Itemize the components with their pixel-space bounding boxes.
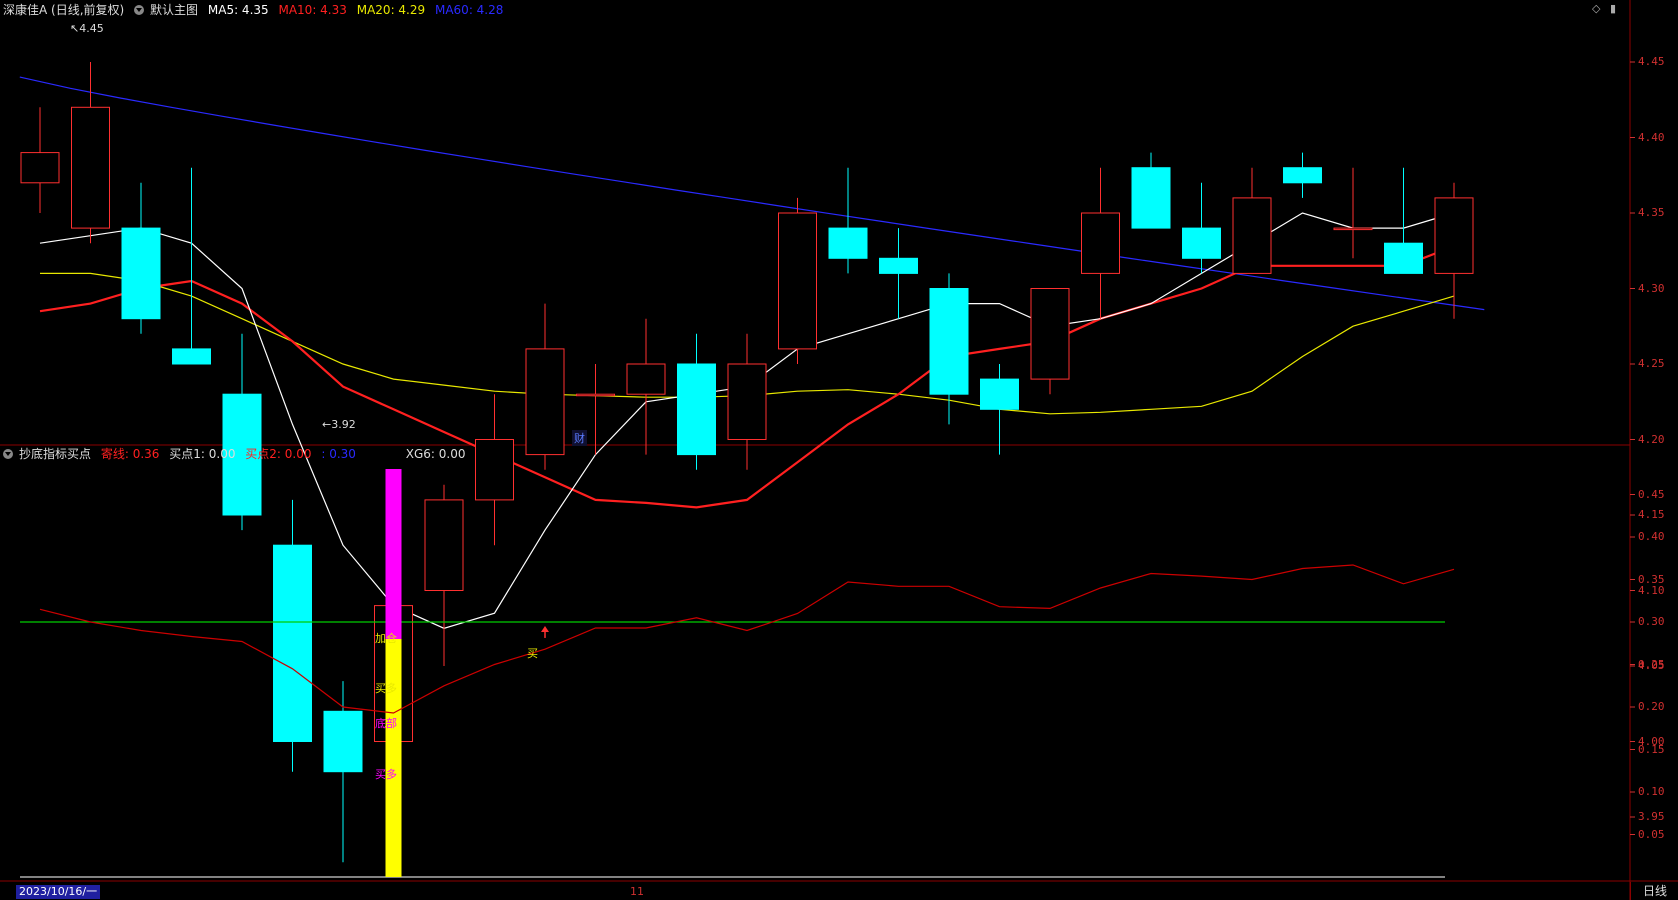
candle-body-down: [677, 363, 716, 456]
indicator-tick-label: 0.20: [1638, 700, 1665, 713]
buy-arrow-head: [541, 625, 549, 632]
high-price-annotation: ↖4.45: [70, 22, 104, 35]
main-chart-header: 深康佳A (日线,前复权) 默认主图 MA5: 4.35 MA10: 4.33 …: [3, 2, 509, 18]
candle-body-down: [121, 227, 161, 320]
indicator-tick-label: 0.30: [1638, 615, 1665, 628]
indicator-tick-label: 0.10: [1638, 785, 1665, 798]
candle-body-down: [1283, 167, 1322, 184]
candle-body-up: [1081, 212, 1120, 274]
candle-body-up: [20, 152, 60, 184]
candle-body-down: [1182, 227, 1221, 259]
candle-body-up: [475, 439, 514, 501]
candle-body-up: [1434, 197, 1474, 274]
indicator-tick-label: 0.15: [1638, 742, 1665, 756]
window-controls[interactable]: ◇ ▮: [1592, 2, 1616, 15]
ma5-label: MA5: 4.35: [207, 3, 269, 17]
indicator-line-label: 寄线: 0.36: [100, 447, 160, 461]
stock-title[interactable]: 深康佳A (日线,前复权): [3, 3, 124, 17]
buy2-label: 买点2: 0.00: [245, 447, 312, 461]
candle-body-up: [778, 212, 817, 350]
jiacang-label: 加仓: [375, 632, 397, 645]
xg6-label: XG6: 0.00: [405, 447, 466, 461]
signal-bar-yellow: [385, 639, 402, 877]
candle-body-up: [626, 363, 666, 395]
dropdown-icon[interactable]: [134, 4, 145, 15]
candle-body-down: [1131, 167, 1171, 229]
candle-body-down: [172, 348, 211, 365]
ma60-label: MA60: 4.28: [434, 3, 504, 17]
ma10-label: MA10: 4.33: [278, 3, 347, 17]
candle-body-up: [1030, 288, 1070, 380]
candle-body-down: [1384, 242, 1423, 274]
candle-body-up: [1333, 227, 1373, 231]
candle-body-down: [828, 227, 868, 259]
buy1-label: 买点1: 0.00: [169, 447, 236, 461]
candle-body-up: [424, 499, 464, 591]
indicator-tick-label: 0.35: [1638, 572, 1665, 586]
ma20-label: MA20: 4.29: [356, 3, 426, 17]
dibu-label: 底部: [375, 717, 397, 730]
indicator-tick-label: 0.40: [1638, 530, 1665, 543]
pin-icon[interactable]: ▮: [1610, 2, 1616, 15]
reference-line-label: : 0.30: [321, 447, 356, 461]
maiduo-label-1: 买多: [375, 682, 397, 695]
maiduo-label-2: 买多: [375, 768, 397, 781]
period-selector[interactable]: 日线: [1630, 882, 1678, 900]
indicator-line: [39, 564, 1455, 714]
price-tick-label: 4.15: [1638, 508, 1665, 521]
month-tick-11: 11: [630, 885, 644, 898]
candle-body-up: [727, 363, 767, 440]
candle-body-up: [576, 393, 615, 397]
signal-bar-magenta: [385, 469, 402, 639]
sub-chart-header: 抄底指标买点 寄线: 0.36 买点1: 0.00 买点2: 0.00 : 0.…: [3, 446, 471, 462]
candle-body-up: [525, 348, 565, 456]
price-tick-label: 4.30: [1638, 281, 1665, 295]
candle-body-down: [929, 288, 969, 395]
diamond-icon[interactable]: ◇: [1592, 2, 1600, 15]
price-tick-label: 4.20: [1638, 432, 1665, 446]
dropdown-icon[interactable]: [3, 448, 13, 459]
indicator-tick-label: 0.45: [1638, 487, 1665, 501]
candle-body-up: [1232, 197, 1272, 274]
chart-mode-label[interactable]: 默认主图: [150, 3, 198, 17]
finance-marker[interactable]: 财: [572, 430, 587, 446]
buy-signal-label: 买: [527, 647, 538, 660]
indicator-tick-label: 0.25: [1638, 657, 1665, 671]
candle-body-down: [879, 257, 918, 274]
price-tick-label: 4.35: [1638, 206, 1665, 219]
price-tick-label: 3.95: [1638, 810, 1665, 823]
cursor-date: 2023/10/16/一: [16, 885, 101, 899]
price-tick-label: 4.45: [1638, 55, 1665, 68]
price-tick-label: 4.25: [1638, 357, 1665, 370]
low-price-annotation: ←3.92: [322, 418, 356, 431]
ma60-line: [19, 76, 1485, 311]
candle-body-up: [71, 106, 110, 229]
candle-body-down: [323, 710, 363, 773]
price-tick-label: 4.40: [1638, 130, 1665, 144]
candle-body-down: [273, 544, 312, 743]
indicator-tick-label: 0.05: [1638, 827, 1665, 841]
candle-body-down: [980, 378, 1019, 410]
indicator-name[interactable]: 抄底指标买点: [19, 447, 91, 461]
